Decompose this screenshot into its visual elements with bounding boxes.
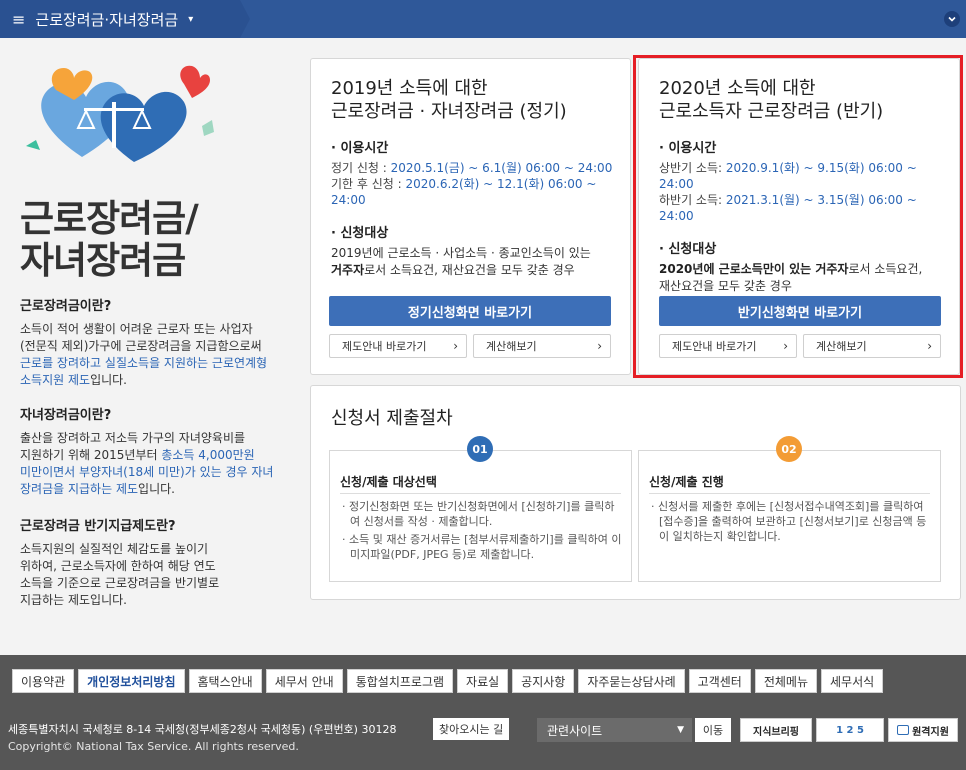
footer-link-tax-forms[interactable]: 세무서식 bbox=[821, 669, 884, 693]
procedure-title: 신청서 제출절차 bbox=[331, 408, 453, 429]
chevron-right-icon: › bbox=[453, 339, 458, 353]
regular-apply-button[interactable]: 정기신청화면 바로가기 bbox=[329, 296, 611, 326]
procedure-step-2: 02 신청/제출 진행 · 신청서를 제출한 후에는 [신청서접수내역조회]를 … bbox=[638, 436, 941, 582]
menu-tab-tail bbox=[240, 0, 250, 38]
calculate-button-2019[interactable]: 계산해보기 › bbox=[473, 334, 611, 358]
page-title: 근로장려금/ 자녀장려금 bbox=[20, 197, 199, 282]
step-number-badge: 02 bbox=[776, 436, 802, 462]
directions-button[interactable]: 찾아오시는 길 bbox=[433, 718, 510, 740]
banner-briefing[interactable]: 지식브리핑 bbox=[740, 718, 812, 742]
procedure-panel: 신청서 제출절차 01 신청/제출 대상선택 · 정기신청화면 또는 반기신청화… bbox=[310, 385, 961, 600]
top-bar: ≡ 근로장려금·자녀장려금 ▾ bbox=[0, 0, 966, 38]
eitc-intro-heading: 근로장려금이란? bbox=[20, 299, 112, 314]
copyright: Copyright© National Tax Service. All rig… bbox=[8, 740, 299, 753]
divider bbox=[649, 493, 930, 494]
ctc-intro-heading: 자녀장려금이란? bbox=[20, 408, 112, 423]
go-button[interactable]: 이동 bbox=[695, 718, 731, 742]
step-number-badge: 01 bbox=[467, 436, 493, 462]
footer-link-hometax-guide[interactable]: 홈택스안내 bbox=[188, 669, 262, 693]
expand-toggle-icon[interactable] bbox=[944, 11, 960, 27]
semiannual-intro: 근로장려금 반기지급제도란? 소득지원의 실질적인 체감도를 높이기 위하여, … bbox=[20, 518, 290, 609]
chevron-down-icon: ▼ bbox=[677, 725, 684, 735]
footer-link-all-menu[interactable]: 전체메뉴 bbox=[754, 669, 818, 693]
card-2019-regular: 2019년 소득에 대한 근로장려금 · 자녀장려금 (정기) · 이용시간 정… bbox=[310, 58, 631, 375]
footer: 이용약관 개인정보처리방침 홈택스안내 세무서 안내 통합설치프로그램 자료실 … bbox=[0, 655, 966, 770]
related-sites-select[interactable]: 관련사이트 ▼ bbox=[537, 718, 692, 742]
footer-link-notices[interactable]: 공지사항 bbox=[512, 669, 575, 693]
footer-address: 세종특별자치시 국세청로 8-14 국세청(정부세종2청사 국세청동) (우편번… bbox=[8, 723, 397, 736]
card-2019-title: 2019년 소득에 대한 근로장려금 · 자녀장려금 (정기) bbox=[331, 78, 567, 122]
banner-125[interactable]: 1 2 5 bbox=[816, 718, 884, 742]
footer-link-library[interactable]: 자료실 bbox=[457, 669, 509, 693]
remote-support-icon bbox=[897, 725, 910, 735]
footer-link-terms[interactable]: 이용약관 bbox=[12, 669, 75, 693]
highlight-frame bbox=[633, 55, 963, 378]
hero-illustration bbox=[24, 62, 214, 172]
caret-down-icon: ▾ bbox=[188, 13, 194, 25]
footer-link-tax-office[interactable]: 세무서 안내 bbox=[265, 669, 343, 693]
section-menu-label: 근로장려금·자녀장려금 bbox=[35, 10, 179, 29]
footer-link-faq[interactable]: 자주묻는상담사례 bbox=[578, 669, 685, 693]
footer-link-installer[interactable]: 통합설치프로그램 bbox=[346, 669, 454, 693]
eitc-intro: 근로장려금이란? 소득이 적어 생활이 어려운 근로자 또는 사업자 (전문직 … bbox=[20, 298, 290, 389]
ctc-intro: 자녀장려금이란? 출산을 장려하고 저소득 가구의 자녀양육비를 지원하기 위해… bbox=[20, 407, 290, 498]
divider bbox=[340, 493, 621, 494]
footer-links: 이용약관 개인정보처리방침 홈택스안내 세무서 안내 통합설치프로그램 자료실 … bbox=[12, 669, 884, 693]
guide-button-2019[interactable]: 제도안내 바로가기 › bbox=[329, 334, 467, 358]
section-menu-button[interactable]: ≡ 근로장려금·자녀장려금 ▾ bbox=[0, 0, 240, 38]
footer-link-customer-center[interactable]: 고객센터 bbox=[688, 669, 751, 693]
footer-link-privacy[interactable]: 개인정보처리방침 bbox=[78, 669, 185, 693]
hamburger-icon: ≡ bbox=[12, 9, 26, 29]
remote-support-button[interactable]: 원격지원 bbox=[888, 718, 958, 742]
chevron-right-icon: › bbox=[597, 339, 602, 353]
semiannual-intro-heading: 근로장려금 반기지급제도란? bbox=[20, 519, 176, 534]
procedure-step-1: 01 신청/제출 대상선택 · 정기신청화면 또는 반기신청화면에서 [신청하기… bbox=[329, 436, 632, 582]
